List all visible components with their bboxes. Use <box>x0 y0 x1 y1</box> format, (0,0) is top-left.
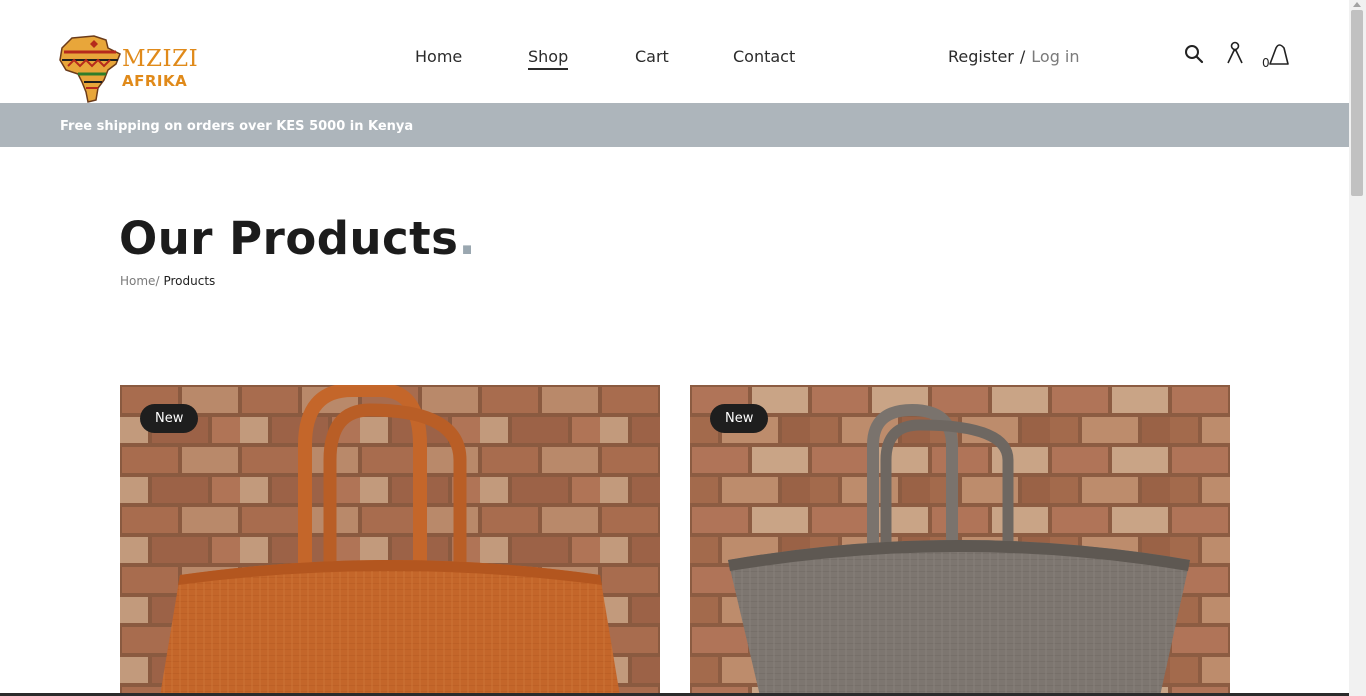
brand-name-secondary: AFRIKA <box>122 72 188 90</box>
account-icon[interactable] <box>1226 41 1244 69</box>
scrollbar-thumb[interactable] <box>1351 10 1363 196</box>
shipping-banner-text: Free shipping on orders over KES 5000 in… <box>60 119 414 134</box>
africa-map-icon <box>59 35 121 103</box>
site-header: MZIZI AFRIKA Home Shop Cart Contact Regi… <box>0 0 1349 103</box>
breadcrumb-current: Products <box>163 274 216 288</box>
brand-logo[interactable]: MZIZI AFRIKA <box>58 34 203 106</box>
brand-name-primary: MZIZI <box>122 46 199 72</box>
scroll-up-arrow-icon[interactable] <box>1353 2 1361 7</box>
register-link[interactable]: Register <box>948 47 1014 66</box>
breadcrumb-home[interactable]: Home/ <box>120 274 159 288</box>
product-card[interactable]: New <box>690 385 1230 696</box>
page-title: Our Products. <box>119 212 476 265</box>
auth-separator: / <box>1019 47 1026 66</box>
product-card[interactable]: New <box>120 385 660 696</box>
product-image <box>120 385 660 696</box>
search-icon[interactable] <box>1184 44 1204 68</box>
auth-links: Register / Log in <box>948 47 1080 66</box>
shipping-banner: Free shipping on orders over KES 5000 in… <box>0 103 1349 147</box>
page-title-dot: . <box>458 212 477 265</box>
new-badge: New <box>140 404 199 433</box>
breadcrumb: Home/Products <box>120 274 215 288</box>
login-link[interactable]: Log in <box>1031 47 1079 66</box>
new-badge: New <box>710 404 769 433</box>
cart-count-badge: 0 <box>1262 56 1270 70</box>
nav-cart[interactable]: Cart <box>635 47 669 66</box>
cart-icon[interactable] <box>1266 42 1292 72</box>
nav-contact[interactable]: Contact <box>733 47 795 66</box>
nav-shop[interactable]: Shop <box>528 47 569 70</box>
page: MZIZI AFRIKA Home Shop Cart Contact Regi… <box>0 0 1349 696</box>
product-image <box>690 385 1230 696</box>
page-title-text: Our Products <box>119 212 459 265</box>
nav-home[interactable]: Home <box>415 47 462 66</box>
